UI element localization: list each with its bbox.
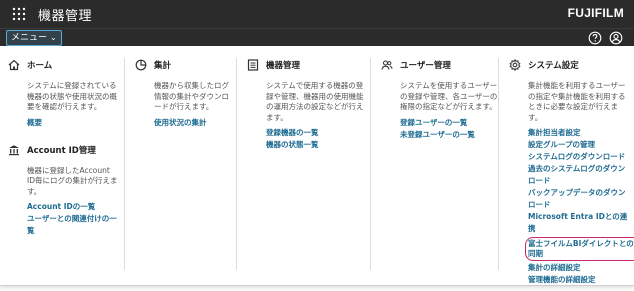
link-registered-devices[interactable]: 登録機器の一覧 xyxy=(266,127,364,139)
link-entra-id[interactable]: Microsoft Entra IDとの連携 xyxy=(528,211,630,235)
link-overview[interactable]: 概要 xyxy=(27,117,118,129)
section-account-title: Account ID管理 xyxy=(27,145,96,156)
column-system: システム設定 集計機能を利用するユーザーの指定や集計機能を利用するときに必要な設… xyxy=(498,58,634,284)
device-list-icon xyxy=(247,59,259,71)
menu-button[interactable]: メニュー ⌄ xyxy=(6,30,62,46)
users-icon xyxy=(381,60,393,70)
chevron-down-icon: ⌄ xyxy=(50,33,57,42)
column-home: ホーム システムに登録されている機器の状態や使用状況の概要を確認が行えます。 概… xyxy=(8,58,118,237)
link-setting-groups[interactable]: 設定グループの管理 xyxy=(528,139,630,151)
gear-icon xyxy=(509,59,521,71)
highlighted-link-box: 富士フイルムBIダイレクトとの同期 xyxy=(525,237,634,261)
app-title: 機器管理 xyxy=(38,9,93,24)
column-device: 機器管理 システムで使用する機器の登録や管理、機器用の使用機能の運用方法の設定な… xyxy=(236,58,364,270)
section-system-title: システム設定 xyxy=(528,61,579,71)
link-usage-aggregate[interactable]: 使用状況の集計 xyxy=(154,117,236,129)
section-aggregate-desc: 機器から収集したログ情報の集計やダウンロードが行えます。 xyxy=(154,81,229,111)
section-aggregate-title: 集計 xyxy=(154,61,172,71)
link-unregistered-users[interactable]: 未登録ユーザーの一覧 xyxy=(400,129,498,141)
link-admin-detail-settings[interactable]: 管理機能の詳細設定 xyxy=(528,274,630,286)
link-account-id-list[interactable]: Account IDの一覧 xyxy=(27,201,118,213)
section-home-desc: システムに登録されている機器の状態や使用状況の概要を確認が行えます。 xyxy=(27,81,117,111)
section-aggregate-header: 集計 xyxy=(135,58,236,72)
link-system-log-download[interactable]: システムログのダウンロード xyxy=(528,151,630,163)
link-past-system-log-download[interactable]: 過去のシステムログのダウンロード xyxy=(528,163,630,187)
section-device-header: 機器管理 xyxy=(247,58,364,72)
section-device-desc: システムで使用する機器の登録や管理、機器用の使用機能の運用方法の設定などが行えま… xyxy=(266,81,364,122)
link-bi-direct-sync[interactable]: 富士フイルムBIダイレクトとの同期 xyxy=(528,239,634,259)
link-device-status[interactable]: 機器の状態一覧 xyxy=(266,139,364,151)
app-grid-icon[interactable] xyxy=(12,7,26,21)
brand-logo: FUJIFILM xyxy=(567,6,624,20)
column-user: ユーザー管理 システムを使用するユーザーの登録や管理、各ユーザーの権限の指定など… xyxy=(370,58,498,270)
account-icon[interactable] xyxy=(609,31,623,45)
column-aggregate: 集計 機器から収集したログ情報の集計やダウンロードが行えます。 使用状況の集計 xyxy=(124,58,236,270)
link-user-association-list[interactable]: ユーザーとの関連付けの一覧 xyxy=(27,213,118,237)
section-user-desc: システムを使用するユーザーの登録や管理、各ユーザーの権限の指定などが行えます。 xyxy=(400,81,498,111)
menu-label: メニュー xyxy=(11,33,48,43)
section-account-desc: 機器に登録したAccount ID毎にログの集計が行えます。 xyxy=(27,165,118,196)
section-device-title: 機器管理 xyxy=(266,61,301,71)
link-registered-users[interactable]: 登録ユーザーの一覧 xyxy=(400,117,498,129)
link-aggregate-detail-settings[interactable]: 集計の詳細設定 xyxy=(528,262,630,274)
link-backup-download[interactable]: バックアップデータのダウンロード xyxy=(528,187,630,211)
help-icon[interactable] xyxy=(588,31,602,45)
top-bar: 機器管理 FUJIFILM xyxy=(0,0,634,28)
section-account-header: Account ID管理 xyxy=(8,143,118,157)
section-home-header: ホーム xyxy=(8,58,118,72)
menu-dropdown-panel: ホーム システムに登録されている機器の状態や使用状況の概要を確認が行えます。 概… xyxy=(0,46,634,286)
section-home-title: ホーム xyxy=(27,61,53,71)
pie-chart-icon xyxy=(135,59,147,71)
section-system-desc: 集計機能を利用するユーザーの指定や集計機能を利用するときに必要な設定が行えます。 xyxy=(528,81,626,122)
section-user-title: ユーザー管理 xyxy=(400,61,451,71)
section-system-header: システム設定 xyxy=(509,58,630,72)
building-icon xyxy=(9,144,19,155)
home-icon xyxy=(8,59,20,71)
link-aggregator-settings[interactable]: 集計担当者設定 xyxy=(528,127,630,139)
section-user-header: ユーザー管理 xyxy=(381,58,498,72)
menu-bar: メニュー ⌄ xyxy=(0,28,634,46)
